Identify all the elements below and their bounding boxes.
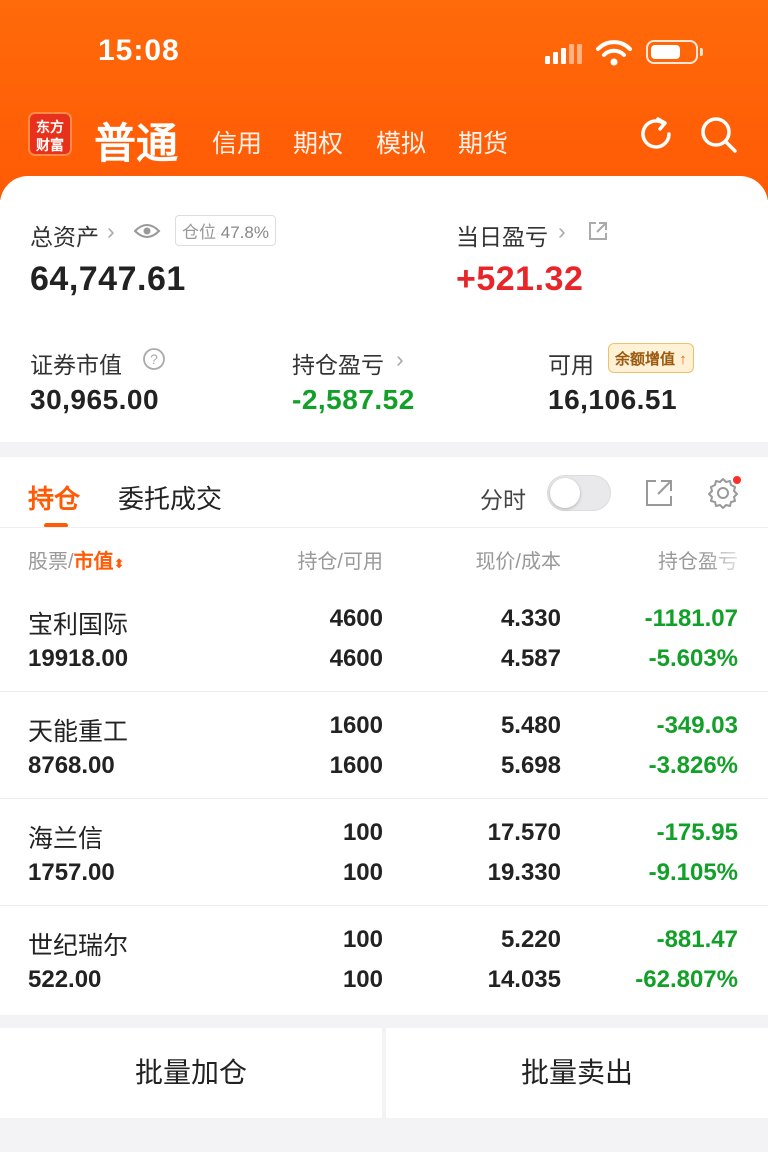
app-logo: 东方 财富 bbox=[28, 112, 72, 156]
stock-market-value: 19918.00 bbox=[28, 645, 129, 672]
timeshare-toggle[interactable] bbox=[547, 475, 611, 511]
position-qty: 1600 bbox=[329, 712, 383, 739]
cellular-signal-icon bbox=[545, 42, 582, 64]
table-row[interactable]: 海兰信 1757.00 100 100 17.570 19.330 -175.95 -9.10… bbox=[0, 799, 768, 906]
table-row[interactable]: 世纪瑞尔 522.00 100 100 5.220 14.035 -881.47 -62.80… bbox=[0, 906, 768, 1013]
tab-orders[interactable]: 委托成交 bbox=[118, 479, 222, 516]
holding-pnl-value: -2,587.52 bbox=[292, 384, 415, 415]
timeshare-label: 分时 bbox=[480, 487, 526, 513]
holding-pnl: -349.03 bbox=[656, 712, 738, 739]
battery-level bbox=[651, 45, 680, 59]
holding-pnl-pct: -5.603% bbox=[648, 645, 738, 672]
position-ratio-label: 仓位 bbox=[182, 223, 216, 242]
asset-summary-card: 总资产 › 仓位 47.8% 64,747.61 当日盈亏 › +521.32 … bbox=[0, 176, 768, 442]
table-row[interactable]: 宝利国际 19918.00 4600 4600 4.330 4.587 -1181.07 -5… bbox=[0, 585, 768, 692]
market-value-value: 30,965.00 bbox=[30, 384, 160, 415]
help-icon[interactable]: ? bbox=[142, 347, 166, 371]
stock-name: 宝利国际 bbox=[28, 611, 129, 639]
header-position: 持仓/可用 bbox=[297, 551, 383, 573]
position-qty: 100 bbox=[342, 819, 383, 846]
daily-pnl-label[interactable]: 当日盈亏 bbox=[456, 218, 548, 252]
settings-gear-icon[interactable] bbox=[705, 475, 741, 511]
batch-sell-button[interactable]: 批量卖出 bbox=[386, 1028, 768, 1118]
chevron-right-icon: › bbox=[107, 218, 115, 244]
position-ratio-badge: 仓位 47.8% bbox=[175, 215, 276, 246]
header-market-value: 市值 bbox=[73, 551, 114, 573]
holding-pnl-label[interactable]: 持仓盈亏 bbox=[292, 346, 384, 380]
available-qty: 100 bbox=[342, 966, 383, 993]
current-price: 17.570 bbox=[487, 819, 561, 846]
tab-options[interactable]: 期权 bbox=[293, 124, 343, 160]
chevron-right-icon: › bbox=[396, 346, 404, 372]
external-link-icon[interactable] bbox=[644, 478, 674, 508]
svg-text:?: ? bbox=[150, 351, 158, 367]
stock-name: 世纪瑞尔 bbox=[28, 932, 129, 960]
search-icon[interactable] bbox=[698, 114, 740, 156]
holding-pnl-pct: -3.826% bbox=[648, 752, 738, 779]
cost-price: 14.035 bbox=[487, 966, 561, 993]
available-label: 可用 bbox=[548, 352, 594, 378]
available-qty: 1600 bbox=[329, 752, 383, 779]
header-price: 现价/成本 bbox=[475, 551, 561, 573]
refresh-icon[interactable] bbox=[636, 114, 676, 154]
cost-price: 5.698 bbox=[500, 752, 561, 779]
sort-icon: ⬍ bbox=[113, 556, 125, 571]
balance-boost-badge[interactable]: 余额增值 ↑ bbox=[608, 343, 694, 373]
stock-market-value: 8768.00 bbox=[28, 752, 115, 779]
holding-pnl-pct: -62.807% bbox=[635, 966, 738, 993]
promo-label: 余额增值 bbox=[615, 351, 676, 368]
tab-normal[interactable]: 普通 bbox=[94, 110, 178, 171]
available-qty: 100 bbox=[342, 859, 383, 886]
wifi-icon bbox=[596, 40, 632, 66]
holding-pnl: -1181.07 bbox=[644, 605, 738, 632]
position-ratio-value: 47.8% bbox=[220, 223, 269, 242]
holding-pnl: -175.95 bbox=[656, 819, 738, 846]
status-time: 15:08 bbox=[98, 34, 180, 67]
stock-market-value: 522.00 bbox=[28, 966, 102, 993]
stock-name: 海兰信 bbox=[28, 825, 104, 853]
stock-market-value: 1757.00 bbox=[28, 859, 115, 886]
share-icon[interactable] bbox=[587, 220, 609, 242]
position-qty: 4600 bbox=[329, 605, 383, 632]
battery-icon bbox=[646, 40, 703, 64]
chevron-right-icon: › bbox=[558, 218, 566, 244]
tab-simulated[interactable]: 模拟 bbox=[376, 124, 426, 160]
market-value-label: 证券市值 bbox=[30, 352, 122, 378]
daily-pnl-value: +521.32 bbox=[456, 260, 584, 298]
action-bar: 批量加仓 批量卖出 bbox=[0, 1028, 768, 1118]
header-stock: 股票 bbox=[28, 551, 68, 573]
batch-buy-button[interactable]: 批量加仓 bbox=[0, 1028, 382, 1118]
available-qty: 4600 bbox=[329, 645, 383, 672]
positions-panel: 持仓 委托成交 分时 股票/市值⬍ 持仓/可用 现价/成本 持仓盈亏 宝利国际 1… bbox=[0, 457, 768, 1015]
total-assets-value: 64,747.61 bbox=[30, 260, 186, 298]
available-value: 16,106.51 bbox=[548, 384, 678, 415]
total-assets-label[interactable]: 总资产 bbox=[30, 218, 99, 252]
current-price: 5.480 bbox=[500, 712, 561, 739]
header-stock-sort[interactable]: 股票/市值⬍ bbox=[28, 545, 124, 574]
arrow-up-icon: ↑ bbox=[679, 351, 687, 368]
holding-pnl: -881.47 bbox=[656, 926, 738, 953]
current-price: 4.330 bbox=[500, 605, 561, 632]
stock-name: 天能重工 bbox=[28, 718, 129, 746]
table-row[interactable]: 天能重工 8768.00 1600 1600 5.480 5.698 -349.03 -3.8… bbox=[0, 692, 768, 799]
divider bbox=[0, 527, 768, 528]
cost-price: 4.587 bbox=[500, 645, 561, 672]
app-header: 15:08 东方 财富 普通 信用 期权 模拟 期货 bbox=[0, 0, 768, 200]
tab-credit[interactable]: 信用 bbox=[212, 124, 262, 160]
position-qty: 100 bbox=[342, 926, 383, 953]
toggle-knob bbox=[550, 478, 580, 508]
holding-pnl-pct: -9.105% bbox=[648, 859, 738, 886]
cost-price: 19.330 bbox=[487, 859, 561, 886]
status-bar: 15:08 bbox=[0, 30, 768, 74]
current-price: 5.220 bbox=[500, 926, 561, 953]
tab-holdings[interactable]: 持仓 bbox=[28, 479, 80, 516]
account-type-nav: 东方 财富 普通 信用 期权 模拟 期货 bbox=[0, 108, 768, 167]
eye-icon[interactable] bbox=[133, 221, 161, 241]
header-pnl: 持仓盈亏 bbox=[658, 545, 738, 574]
logo-line-2: 财富 bbox=[36, 137, 64, 153]
tab-futures[interactable]: 期货 bbox=[458, 124, 508, 160]
logo-line-1: 东方 bbox=[36, 119, 64, 135]
